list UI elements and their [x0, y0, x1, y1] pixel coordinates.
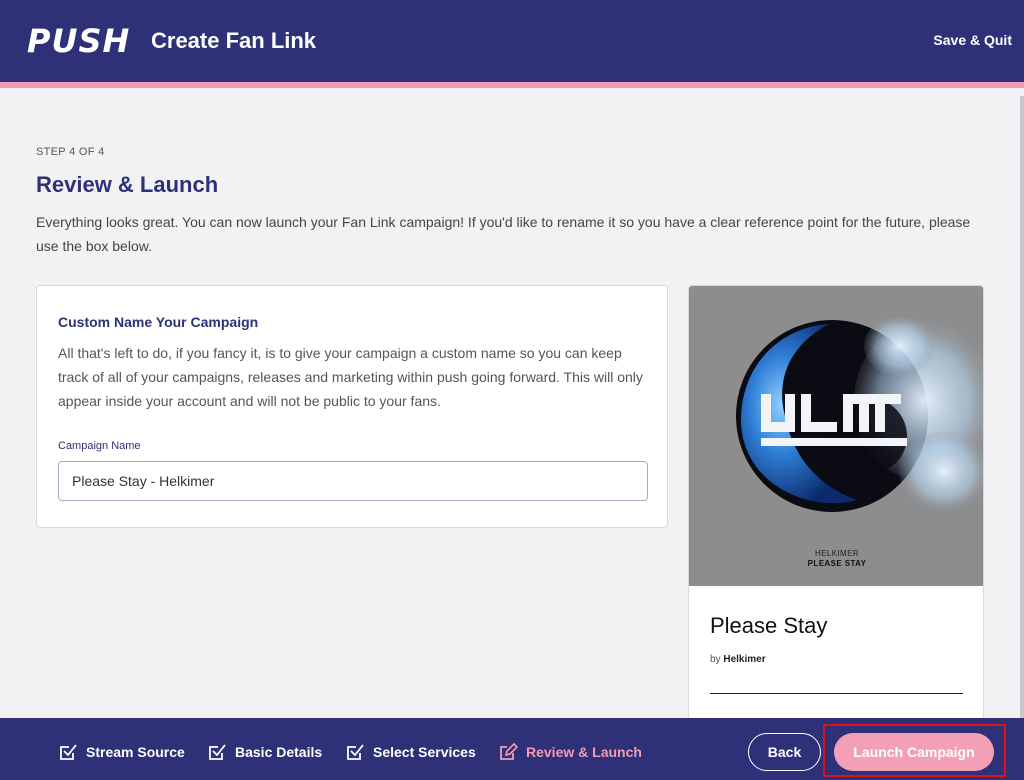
checkbox-checked-icon	[209, 744, 226, 760]
page-title: Review & Launch	[36, 172, 219, 197]
cover-artwork-graphic	[736, 316, 983, 512]
step-label: Stream Source	[86, 744, 185, 760]
checkbox-checked-icon	[60, 744, 77, 760]
bottom-navigation-bar: Stream Source Basic Details Select Servi…	[0, 718, 1024, 780]
release-artist-line: by Helkimer	[710, 654, 766, 665]
step-label: Basic Details	[235, 744, 323, 760]
back-button[interactable]: Back	[748, 733, 821, 771]
step-label: Review & Launch	[526, 744, 642, 760]
release-artist: Helkimer	[723, 654, 766, 665]
custom-name-card: Custom Name Your Campaign All that's lef…	[36, 285, 668, 528]
campaign-name-label: Campaign Name	[58, 440, 141, 452]
scrollbar[interactable]	[1020, 96, 1024, 718]
card-description: All that's left to do, if you fancy it, …	[58, 345, 643, 409]
release-title: Please Stay	[710, 613, 828, 638]
edit-pencil-icon	[500, 742, 518, 760]
campaign-name-input[interactable]	[58, 461, 648, 501]
step-select-services[interactable]: Select Services	[345, 742, 476, 762]
step-basic-details[interactable]: Basic Details	[207, 742, 322, 762]
page-heading: Create Fan Link	[151, 28, 317, 53]
step-stream-source[interactable]: Stream Source	[58, 742, 185, 762]
card-title: Custom Name Your Campaign	[58, 314, 259, 330]
step-review-launch[interactable]: Review & Launch	[498, 742, 642, 762]
by-prefix: by	[710, 654, 721, 665]
header-accent-stripe	[0, 82, 1024, 88]
album-cover-art: HELKIMER PLEASE STAY	[689, 286, 983, 586]
checkbox-checked-icon	[347, 744, 364, 760]
cover-artist-text: HELKIMER	[814, 549, 860, 558]
push-logo[interactable]: PUSH	[27, 22, 130, 60]
top-bar: PUSH Create Fan Link Save & Quit	[0, 0, 1024, 82]
step-label: Select Services	[373, 744, 476, 760]
launch-campaign-button[interactable]: Launch Campaign	[834, 733, 994, 771]
step-indicator: STEP 4 OF 4	[36, 146, 105, 158]
cover-title-text: PLEASE STAY	[807, 559, 867, 568]
divider	[710, 693, 963, 694]
release-preview-card: HELKIMER PLEASE STAY Please Stay by Helk…	[688, 285, 984, 725]
save-and-quit-button[interactable]: Save & Quit	[933, 32, 1012, 48]
intro-text: Everything looks great. You can now laun…	[36, 214, 971, 254]
